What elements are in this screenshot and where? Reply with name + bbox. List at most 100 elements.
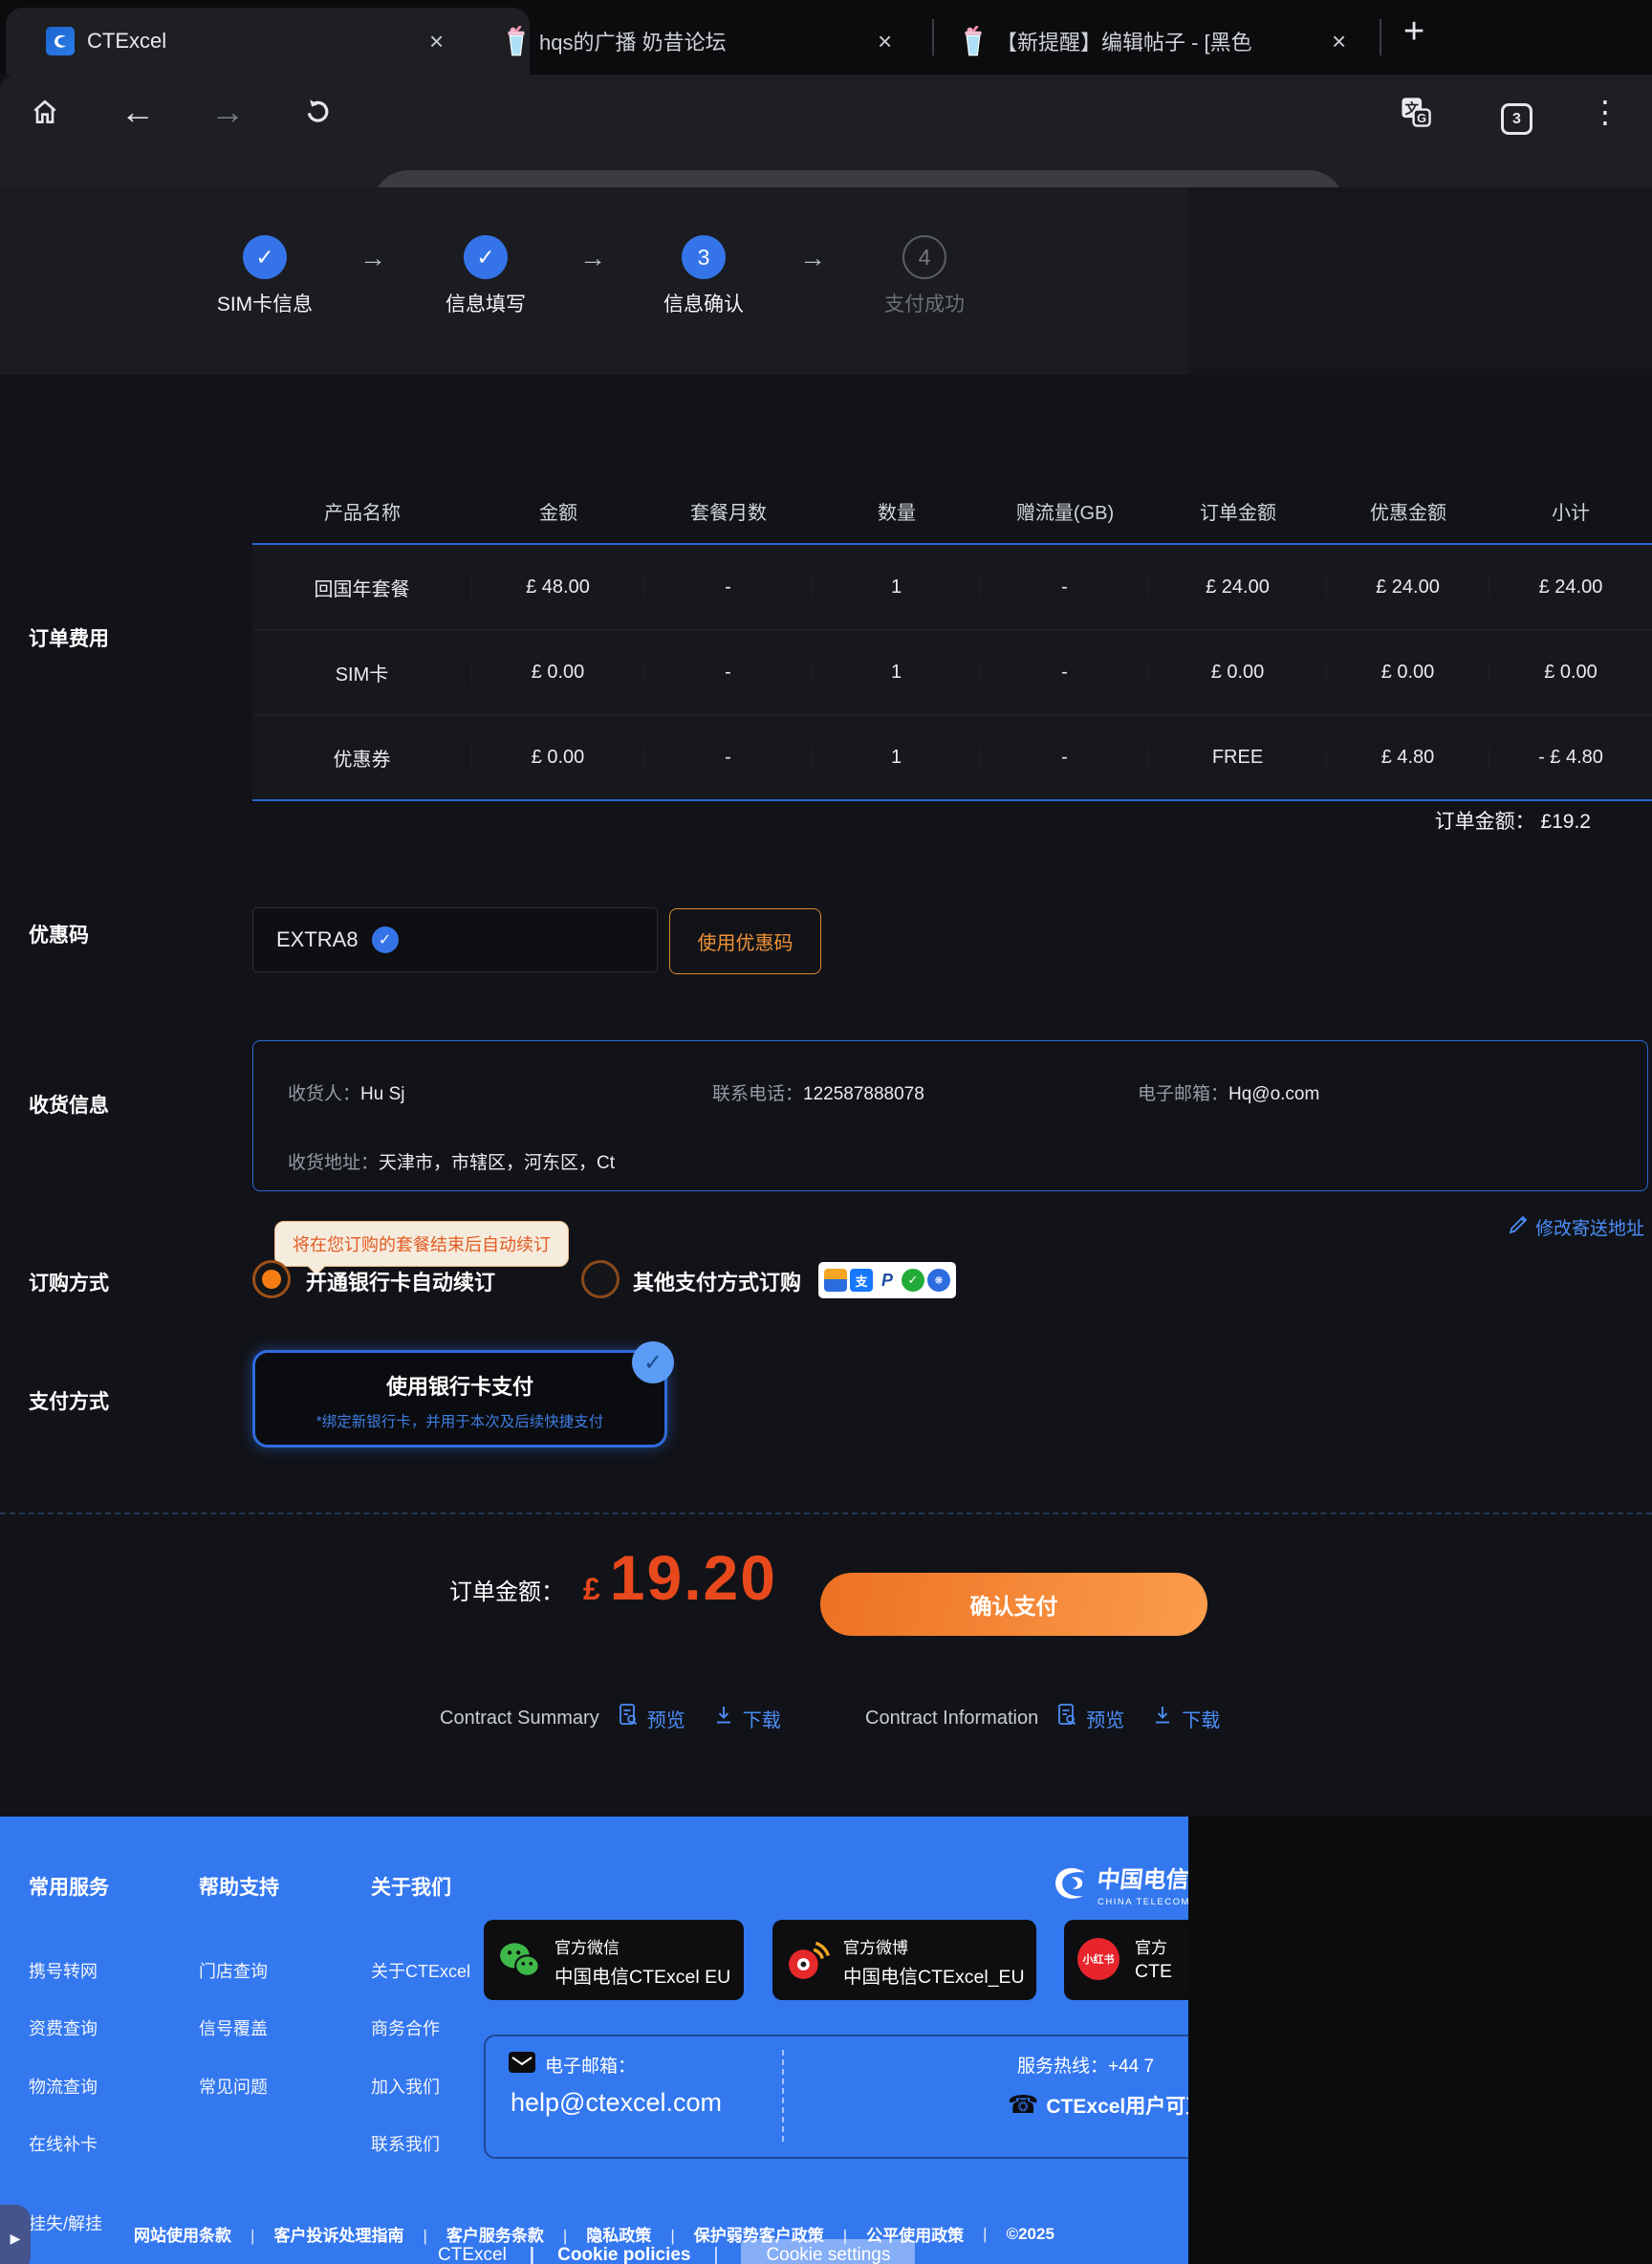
cell: £ 48.00 bbox=[472, 577, 644, 599]
email-value[interactable]: help@ctexcel.com bbox=[511, 2088, 722, 2118]
hotline-user-row: ☎ CTExcel用户可直 bbox=[1008, 2090, 1188, 2120]
step-4-circle: 4 bbox=[902, 235, 946, 279]
footer-link[interactable]: 商务合作 bbox=[371, 2015, 440, 2040]
tab-hqs[interactable]: hqs的广播 奶昔论坛 × bbox=[503, 8, 927, 75]
wechat-card[interactable]: 官方微信 中国电信CTExcel EU bbox=[484, 1920, 744, 2000]
step-arrow-icon: → bbox=[579, 243, 606, 273]
radio-other-payment-label[interactable]: 其他支付方式订购 bbox=[633, 1266, 801, 1296]
preview-link[interactable]: 预览 bbox=[647, 1705, 685, 1732]
legal-link[interactable]: 隐私政策 bbox=[544, 2222, 651, 2246]
footer-link[interactable]: 关于CTExcel bbox=[371, 1958, 470, 1983]
forward-icon[interactable]: → bbox=[209, 94, 246, 130]
cell: £ 24.00 bbox=[1327, 577, 1489, 599]
section-label-order-fees: 订单费用 bbox=[29, 623, 109, 652]
reload-icon[interactable] bbox=[299, 94, 336, 130]
download-icon bbox=[1153, 1705, 1172, 1731]
cell: - £ 4.80 bbox=[1489, 747, 1652, 769]
cell: £ 24.00 bbox=[1489, 577, 1652, 599]
chevron-right-icon: ▶ bbox=[11, 2231, 21, 2247]
footer-link[interactable]: 携号转网 bbox=[29, 1958, 98, 1983]
footer-col-title: 关于我们 bbox=[371, 1872, 451, 1901]
svg-text:G: G bbox=[1417, 111, 1426, 125]
social-line1: 官方 bbox=[1135, 1934, 1167, 1958]
contract-information-row: Contract Information 预览 下载 bbox=[865, 1704, 1220, 1732]
tab-title: CTExcel bbox=[87, 29, 374, 54]
milkshake-favicon bbox=[503, 26, 530, 56]
footer-link[interactable]: 物流查询 bbox=[29, 2074, 98, 2099]
email-field: 电子邮箱：Hq@o.com bbox=[1138, 1079, 1319, 1105]
footer-link[interactable]: 联系我们 bbox=[371, 2131, 440, 2156]
footer-link[interactable]: 在线补卡 bbox=[29, 2131, 98, 2156]
confirm-pay-button[interactable]: 确认支付 bbox=[820, 1573, 1207, 1636]
page-background bbox=[1188, 1817, 1652, 2264]
bank-card-pay-option[interactable]: 使用银行卡支付 *绑定新银行卡，并用于本次及后续快捷支付 ✓ bbox=[252, 1350, 667, 1448]
home-icon[interactable] bbox=[27, 94, 63, 130]
download-link[interactable]: 下载 bbox=[1182, 1705, 1220, 1732]
section-label-payment: 支付方式 bbox=[29, 1386, 109, 1415]
step-arrow-icon: → bbox=[359, 243, 386, 273]
preview-link[interactable]: 预览 bbox=[1086, 1705, 1124, 1732]
pencil-icon bbox=[1509, 1215, 1528, 1240]
address-field: 收货地址：天津市，市辖区，河东区，Ct bbox=[288, 1148, 615, 1174]
social-line2: 中国电信CTExcel_EU bbox=[843, 1961, 1025, 1989]
step-2-circle: ✓ bbox=[464, 235, 508, 279]
hotline-label: 服务热线：+44 7 bbox=[1017, 2052, 1154, 2078]
apply-coupon-button[interactable]: 使用优惠码 bbox=[669, 908, 821, 974]
legal-link[interactable]: 客户投诉处理指南 bbox=[231, 2222, 403, 2246]
social-line2: 中国电信CTExcel EU bbox=[554, 1961, 730, 1989]
footer-link[interactable]: 常见问题 bbox=[199, 2074, 268, 2099]
field-label: 联系电话： bbox=[712, 1084, 803, 1104]
footer-link[interactable]: 加入我们 bbox=[371, 2074, 440, 2099]
edit-address-link[interactable]: 修改寄送地址 bbox=[1509, 1214, 1644, 1240]
social-line1: 官方微博 bbox=[843, 1934, 908, 1958]
footer-link[interactable]: 资费查询 bbox=[29, 2015, 98, 2040]
phone-icon: ☎ bbox=[1008, 2090, 1038, 2120]
logo-cn-text: 中国电信 bbox=[1096, 1861, 1188, 1894]
cell: £ 0.00 bbox=[1327, 662, 1489, 684]
side-drawer-handle[interactable]: ▶ bbox=[0, 2205, 31, 2264]
wechat-pay-icon: ✓ bbox=[902, 1269, 924, 1292]
close-icon[interactable]: × bbox=[878, 29, 892, 54]
cell: £ 0.00 bbox=[1149, 662, 1327, 684]
cell: £ 4.80 bbox=[1327, 747, 1489, 769]
translate-icon[interactable]: 文G bbox=[1398, 94, 1434, 130]
tab-ctexcel[interactable]: CTExcel × bbox=[6, 8, 530, 75]
ctexcel-favicon bbox=[46, 27, 75, 55]
radio-auto-renew[interactable] bbox=[252, 1260, 291, 1298]
order-subtotal-value: £19.2 bbox=[1540, 811, 1591, 833]
weibo-card[interactable]: 官方微博 中国电信CTExcel_EU bbox=[772, 1920, 1036, 2000]
bank-card-pay-subtitle: *绑定新银行卡，并用于本次及后续快捷支付 bbox=[255, 1410, 664, 1431]
step-arrow-icon: → bbox=[799, 243, 826, 273]
tab-switcher-button[interactable]: 3 bbox=[1501, 103, 1532, 135]
xiaohongshu-card[interactable]: 小红书 官方 CTE bbox=[1064, 1920, 1188, 2000]
contract-summary-row: Contract Summary 预览 下载 bbox=[440, 1704, 781, 1732]
unionpay-icon: ❋ bbox=[927, 1269, 950, 1292]
legal-link[interactable]: 网站使用条款 bbox=[134, 2222, 231, 2246]
download-link[interactable]: 下载 bbox=[743, 1705, 781, 1732]
new-tab-button[interactable]: + bbox=[1403, 11, 1424, 53]
back-icon[interactable]: ← bbox=[120, 94, 156, 130]
radio-other-payment[interactable] bbox=[581, 1260, 620, 1298]
footer-link[interactable]: 信号覆盖 bbox=[199, 2015, 268, 2040]
close-icon[interactable]: × bbox=[429, 29, 444, 54]
legal-link[interactable]: 客户服务条款 bbox=[403, 2222, 543, 2246]
edit-address-label: 修改寄送地址 bbox=[1535, 1214, 1644, 1240]
field-label: 收货人： bbox=[288, 1084, 360, 1104]
contract-name: Contract Summary bbox=[440, 1708, 599, 1730]
cookie-settings-button[interactable]: Cookie settings bbox=[691, 2245, 916, 2264]
col-header: 优惠金额 bbox=[1327, 497, 1489, 525]
radio-auto-renew-label[interactable]: 开通银行卡自动续订 bbox=[306, 1266, 495, 1296]
tab-forum-post[interactable]: 【新提醒】编辑帖子 - [黑色 × bbox=[946, 8, 1379, 75]
payable-amount: 19.20 bbox=[610, 1541, 777, 1614]
close-icon[interactable]: × bbox=[1332, 29, 1346, 54]
cookie-policies-link[interactable]: Cookie policies bbox=[507, 2245, 691, 2264]
tab-divider bbox=[932, 19, 934, 55]
coupon-input[interactable]: EXTRA8 ✓ bbox=[252, 907, 658, 972]
download-icon bbox=[714, 1705, 733, 1731]
overflow-menu-icon[interactable]: ⋮ bbox=[1587, 94, 1623, 130]
alipay-icon: 支 bbox=[850, 1269, 873, 1292]
cell: - bbox=[644, 662, 813, 684]
coupon-valid-check-icon: ✓ bbox=[372, 926, 399, 953]
footer-link[interactable]: 门店查询 bbox=[199, 1958, 268, 1983]
selected-check-icon: ✓ bbox=[632, 1341, 674, 1383]
